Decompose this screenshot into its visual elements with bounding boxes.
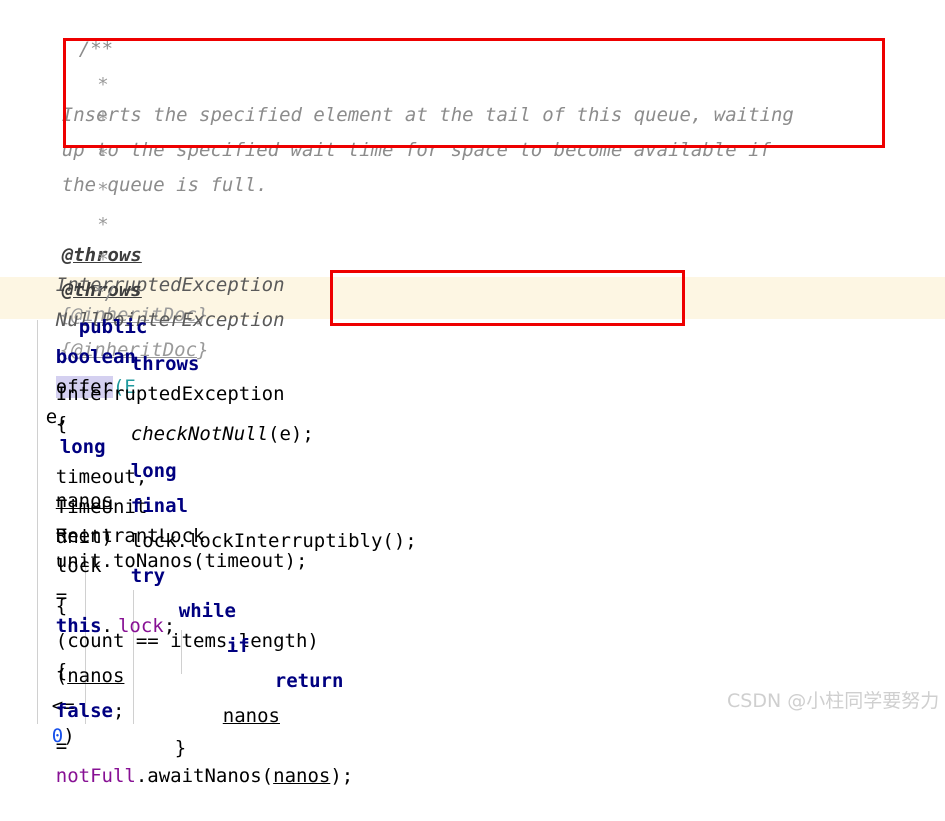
code-line-3[interactable]: * up to the specified wait time for spac… bbox=[0, 75, 945, 161]
code-line-14-final-lock[interactable]: final ReentrantLock lock = this. lock; bbox=[0, 461, 945, 637]
code-line-1[interactable]: /** bbox=[0, 4, 945, 60]
code-line-13-long-nanos[interactable]: long nanos = unit.toNanos(timeout); bbox=[0, 426, 945, 572]
code-line-5[interactable]: * bbox=[0, 145, 945, 201]
code-line-9-method-signature[interactable]: public boolean offer(E e, long timeout, … bbox=[0, 282, 945, 548]
brace-close: } bbox=[174, 737, 187, 759]
code-line-10-throws-clause[interactable]: throws InterruptedException { bbox=[0, 319, 945, 435]
code-line-7[interactable]: * @throws NullPointerException {@inherit… bbox=[0, 215, 945, 361]
code-line-4[interactable]: * the queue is full. bbox=[0, 110, 945, 196]
call-awaitnanos[interactable]: .awaitNanos( bbox=[136, 765, 273, 787]
keyword-throws: throws bbox=[130, 353, 200, 375]
paren-close: ) bbox=[330, 765, 342, 787]
code-line-8[interactable]: */ bbox=[0, 248, 945, 304]
variable-nanos[interactable]: nanos bbox=[273, 765, 330, 787]
field-notfull[interactable]: notFull bbox=[46, 765, 136, 787]
csdn-watermark: CSDN @小柱同学要努力 bbox=[727, 690, 940, 712]
semicolon: ; bbox=[341, 765, 354, 787]
code-line-15-lockinterruptibly[interactable]: lock.lockInterruptibly(); bbox=[0, 496, 945, 552]
code-line-2[interactable]: * Inserts the specified element at the t… bbox=[0, 40, 945, 126]
code-line-17-while[interactable]: while (count == items.length) { bbox=[0, 566, 945, 682]
code-line-6[interactable]: * @throws InterruptedException {@inherit… bbox=[0, 180, 945, 326]
code-line-19-return-false[interactable]: return false; bbox=[0, 636, 945, 722]
code-editor[interactable]: /** * Inserts the specified element at t… bbox=[0, 0, 945, 787]
code-line-18-if[interactable]: if (nanos <= 0) bbox=[0, 601, 945, 747]
code-line-16-try[interactable]: try { bbox=[0, 531, 945, 617]
code-line-12-checknotnull[interactable]: checkNotNull(e); bbox=[0, 389, 945, 445]
